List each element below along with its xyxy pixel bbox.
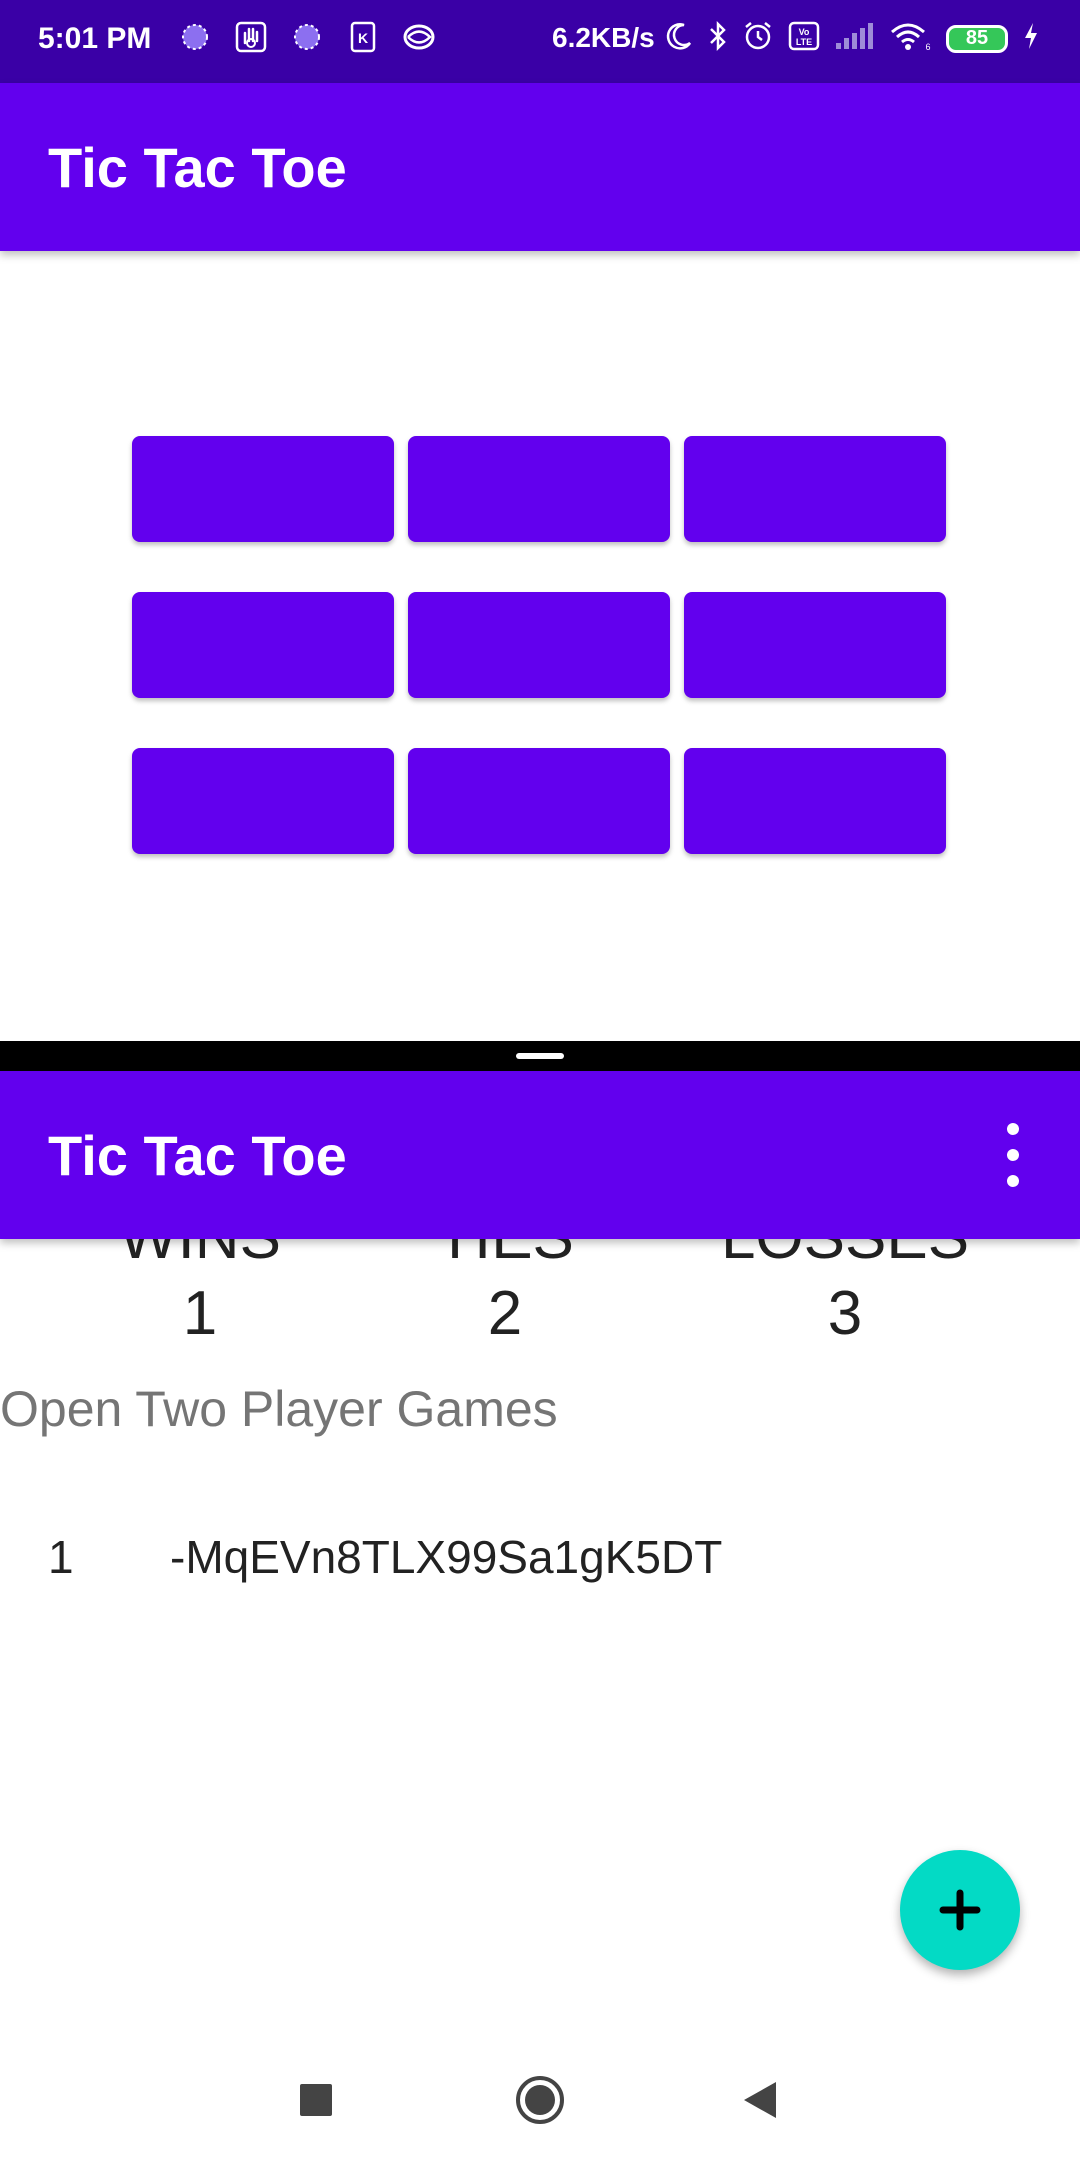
status-bar: 5:01 PM K 6.2KB/s Vo LTE 6 85 <box>0 0 1080 83</box>
board-cell-4[interactable] <box>132 592 394 698</box>
spinner-icon <box>290 20 324 54</box>
top-app-title: Tic Tac Toe <box>48 136 347 199</box>
top-app-bar: Tic Tac Toe <box>0 83 1080 251</box>
board-cell-2[interactable] <box>408 436 670 542</box>
add-game-button[interactable] <box>900 1850 1020 1970</box>
back-icon[interactable] <box>730 2070 790 2130</box>
network-speed: 6.2KB/s <box>552 22 655 53</box>
game-id: -MqEVn8TLX99Sa1gK5DT <box>170 1531 723 1583</box>
ties-value: 2 <box>487 1279 523 1348</box>
recents-icon[interactable] <box>286 2070 346 2130</box>
board-cell-6[interactable] <box>684 592 946 698</box>
board-cell-8[interactable] <box>408 748 670 854</box>
status-system-icons: Vo LTE 6 85 <box>664 20 1040 57</box>
bottom-app-title: Tic Tac Toe <box>48 1124 347 1187</box>
bluetooth-icon <box>708 20 728 57</box>
signal-icon <box>834 21 874 56</box>
board-cell-1[interactable] <box>132 436 394 542</box>
status-notification-icons: K <box>178 20 436 54</box>
divider-handle[interactable] <box>516 1053 564 1059</box>
svg-text:6: 6 <box>925 42 930 52</box>
svg-text:LTE: LTE <box>796 37 812 47</box>
board-cell-5[interactable] <box>408 592 670 698</box>
wins-value: 1 <box>182 1279 218 1348</box>
hand-icon <box>234 20 268 54</box>
navigation-bar <box>0 2040 1080 2160</box>
wifi-icon: 6 <box>888 20 932 57</box>
battery-icon: 85 <box>946 24 1008 53</box>
board-cell-7[interactable] <box>132 748 394 854</box>
more-vert-icon[interactable] <box>996 1123 1030 1187</box>
open-games-title: Open Two Player Games <box>0 1381 558 1437</box>
home-icon[interactable] <box>510 2070 570 2130</box>
svg-text:Vo: Vo <box>799 27 810 37</box>
alarm-icon <box>742 20 774 57</box>
status-time: 5:01 PM <box>38 22 152 55</box>
board-cell-3[interactable] <box>684 436 946 542</box>
k-app-icon: K <box>346 20 380 54</box>
charging-icon <box>1022 21 1040 56</box>
svg-text:K: K <box>358 30 368 46</box>
split-screen-divider[interactable] <box>0 1041 1080 1071</box>
list-item[interactable]: 1 -MqEVn8TLX99Sa1gK5DT <box>0 1530 1080 1590</box>
losses-value: 3 <box>827 1279 863 1348</box>
game-number: 1 <box>48 1531 74 1583</box>
moon-icon <box>664 21 694 56</box>
spinner-icon <box>178 20 212 54</box>
bottom-app-bar: Tic Tac Toe <box>0 1071 1080 1239</box>
plus-icon <box>939 1889 981 1931</box>
globe-icon <box>402 20 436 54</box>
board-cell-9[interactable] <box>684 748 946 854</box>
volte-icon: Vo LTE <box>788 21 820 56</box>
